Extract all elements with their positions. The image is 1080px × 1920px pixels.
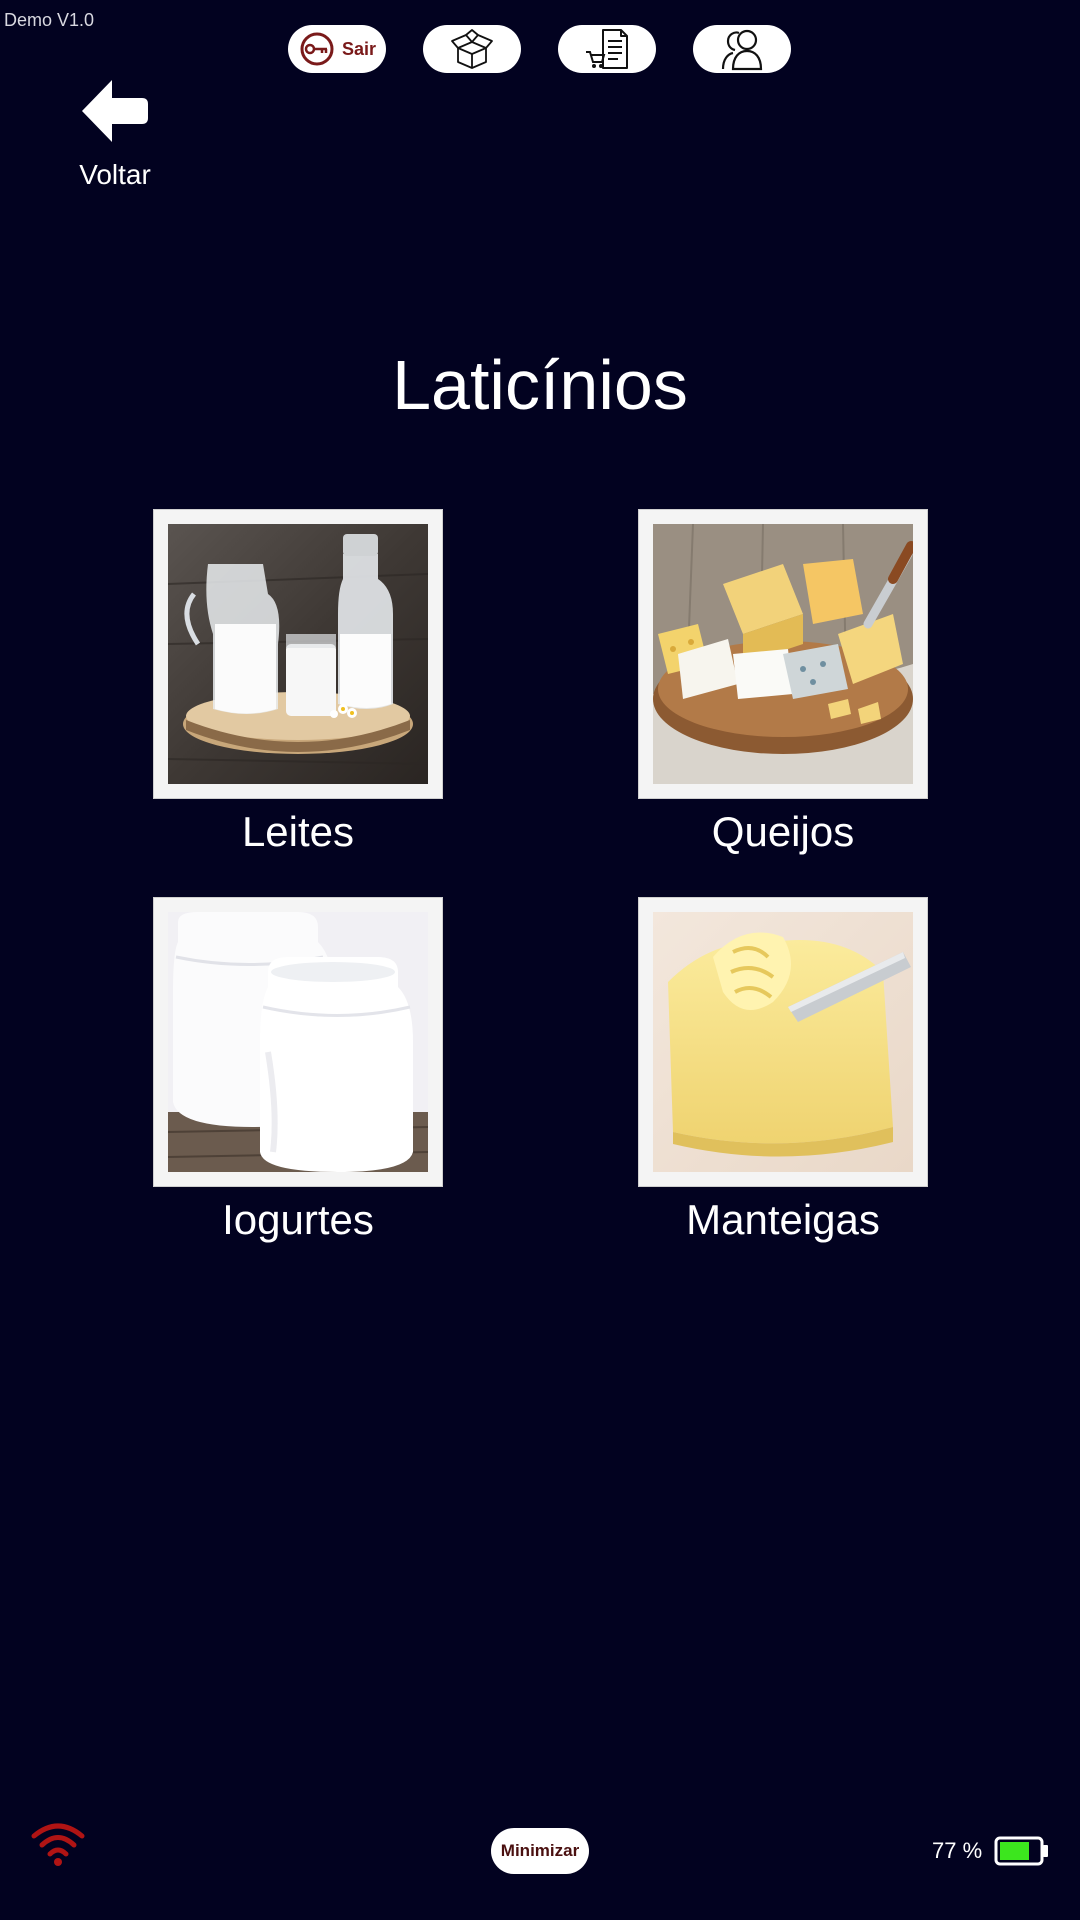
battery-percentage: 77 % — [932, 1838, 983, 1863]
battery-icon — [994, 1836, 1050, 1871]
category-image-frame — [638, 509, 928, 799]
category-tile-leites[interactable]: Leites — [153, 509, 443, 855]
orders-button[interactable] — [558, 25, 656, 73]
category-tile-queijos[interactable]: Queijos — [638, 509, 928, 855]
category-label: Leites — [241, 808, 355, 855]
box-icon — [450, 28, 494, 70]
cart-document-icon — [585, 28, 629, 70]
category-label: Manteigas — [686, 1196, 880, 1243]
milk-jugs-photo — [168, 524, 428, 784]
cheese-board-photo — [653, 524, 913, 784]
category-image-frame — [153, 509, 443, 799]
wifi-icon — [30, 1822, 86, 1871]
category-label: Queijos — [711, 808, 855, 855]
category-image-frame — [153, 897, 443, 1187]
arrow-left-icon — [80, 78, 150, 149]
category-tile-manteigas[interactable]: Manteigas — [638, 897, 928, 1243]
logout-button[interactable]: Sair — [288, 25, 386, 73]
back-button[interactable]: Voltar — [60, 78, 170, 190]
bottom-status-bar: Minimizar 77 % — [0, 1800, 1080, 1920]
back-label: Voltar — [79, 159, 151, 190]
category-image-frame — [638, 897, 928, 1187]
yogurt-jars-photo — [168, 912, 428, 1172]
butter-knife-photo — [653, 912, 913, 1172]
key-icon — [298, 32, 336, 66]
top-toolbar: Sair — [0, 25, 1080, 73]
minimize-button[interactable]: Minimizar — [491, 1828, 589, 1874]
page-title: Laticínios — [392, 346, 688, 424]
category-tile-iogurtes[interactable]: Iogurtes — [153, 897, 443, 1243]
logout-label: Sair — [341, 38, 377, 59]
users-button[interactable] — [693, 25, 791, 73]
category-label: Iogurtes — [222, 1196, 374, 1243]
users-icon — [719, 27, 765, 71]
products-button[interactable] — [423, 25, 521, 73]
